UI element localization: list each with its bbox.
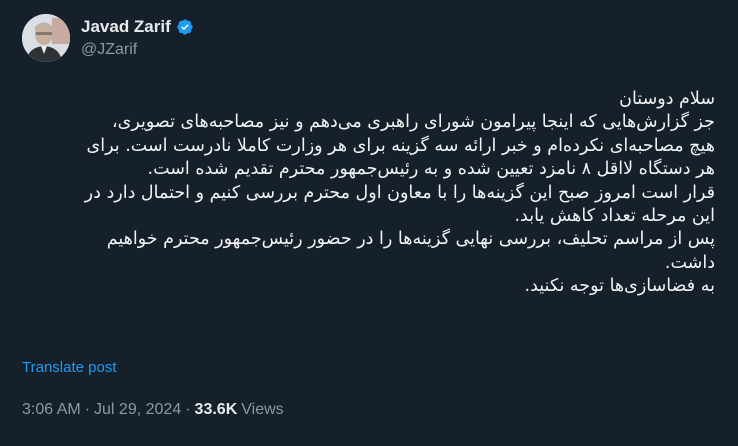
tweet-text-line: هر دستگاه لااقل ۸ نامزد تعیین شده و به ر… bbox=[147, 159, 715, 180]
post-time[interactable]: 3:06 AM bbox=[22, 401, 81, 419]
tweet-card: Javad Zarif @JZarif سلام دوستان جز گزارش… bbox=[0, 0, 738, 446]
verified-badge-icon[interactable] bbox=[176, 18, 194, 36]
tweet-meta: 3:06 AM · Jul 29, 2024 · 33.6K Views bbox=[22, 401, 284, 419]
tweet-text-line: قرار است امروز صبح این گزینه‌ها را با مع… bbox=[84, 182, 715, 203]
views-label: Views bbox=[241, 401, 284, 418]
views-count[interactable]: 33.6K bbox=[195, 401, 238, 419]
avatar[interactable] bbox=[22, 14, 70, 62]
avatar-portrait-icon bbox=[22, 14, 70, 62]
tweet-text: سلام دوستان جز گزارش‌هایی که اینجا پیرام… bbox=[22, 88, 715, 299]
author-name-row: Javad Zarif bbox=[81, 17, 194, 37]
meta-separator: · bbox=[185, 401, 191, 418]
tweet-header: Javad Zarif @JZarif bbox=[22, 14, 194, 62]
tweet-text-line: هیچ مصاحبه‌ای نکرده‌ام و خبر ارائه سه گز… bbox=[86, 135, 715, 156]
tweet-text-line: این مرحله تعداد کاهش یابد. bbox=[514, 206, 715, 227]
tweet-text-line: سلام دوستان bbox=[619, 89, 715, 109]
tweet-text-line: داشت. bbox=[664, 252, 715, 273]
tweet-text-line: جز گزارش‌هایی که اینجا پیرامون شورای راه… bbox=[112, 112, 715, 133]
meta-separator: · bbox=[84, 401, 91, 418]
author-handle[interactable]: @JZarif bbox=[81, 40, 194, 60]
tweet-text-line: به فضاسازی‌ها توجه نکنید. bbox=[524, 276, 715, 297]
translate-post-link[interactable]: Translate post bbox=[22, 359, 117, 376]
tweet-text-line: پس از مراسم تحلیف، بررسی نهایی گزینه‌ها … bbox=[106, 229, 715, 250]
author-names: Javad Zarif @JZarif bbox=[81, 17, 194, 60]
post-date[interactable]: Jul 29, 2024 bbox=[94, 401, 181, 419]
author-display-name[interactable]: Javad Zarif bbox=[81, 17, 171, 37]
